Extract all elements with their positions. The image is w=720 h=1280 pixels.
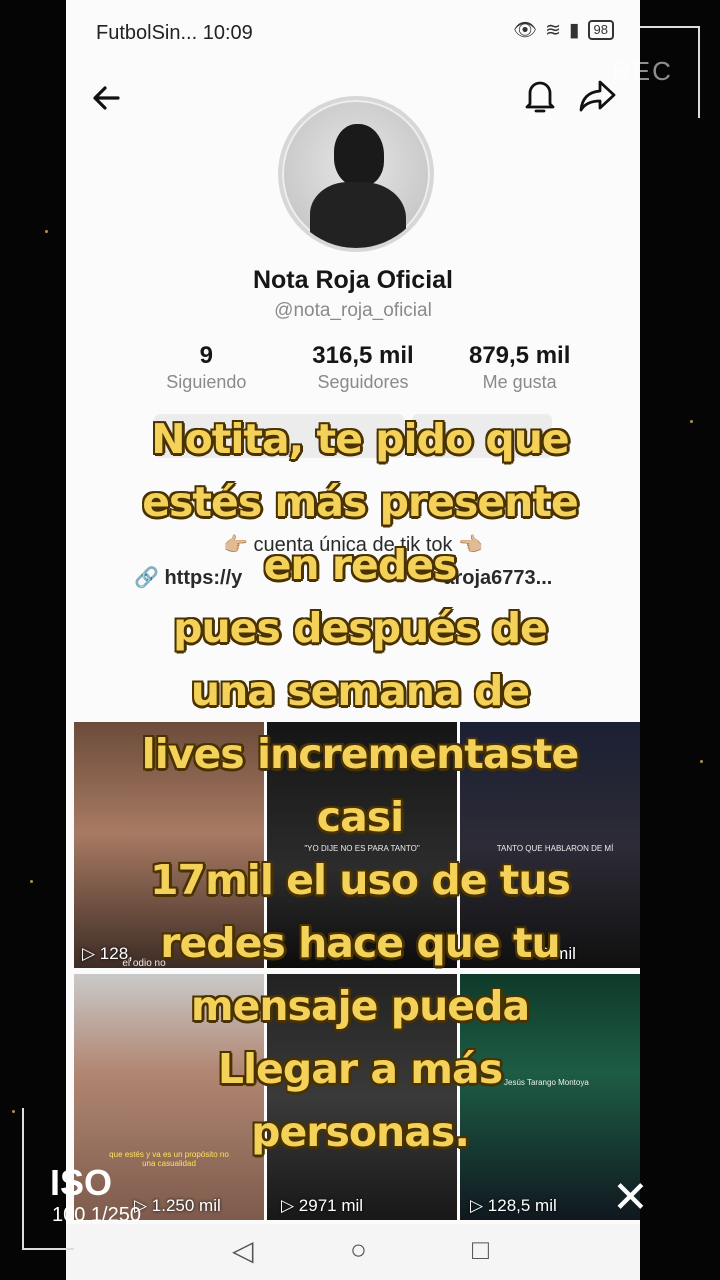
profile-stats: 9 Siguiendo 316,5 mil Seguidores 879,5 m… — [128, 342, 598, 393]
system-nav-bar: ◁ ○ □ — [66, 1224, 640, 1280]
caption-line: Llegar a más — [217, 1045, 503, 1093]
sparkle — [12, 1110, 15, 1113]
iso-value: 100 1/250 — [52, 1204, 141, 1226]
iso-label: ISO — [50, 1162, 113, 1203]
sparkle — [700, 760, 703, 763]
caption-line: en redes — [263, 541, 458, 589]
caption-line: una semana de — [190, 667, 530, 715]
nav-recents-icon[interactable]: □ — [472, 1234, 489, 1266]
stat-value: 316,5 mil — [312, 342, 414, 369]
stat-label: Me gusta — [482, 372, 557, 392]
video-views: ▷ 1.250 mil — [134, 1196, 221, 1215]
caption-line: Notita, te pido que — [151, 415, 569, 463]
stat-following[interactable]: 9 Siguiendo — [128, 342, 285, 393]
caption-line: lives incrementaste — [141, 730, 580, 778]
sparkle — [30, 880, 33, 883]
caption-line: pues después de — [173, 604, 548, 652]
stat-value: 879,5 mil — [468, 342, 571, 369]
caption-line: redes hace que tu — [160, 919, 561, 967]
stat-label: Siguiendo — [166, 372, 247, 392]
stat-followers[interactable]: 316,5 mil Seguidores — [285, 342, 442, 393]
back-arrow-icon[interactable] — [88, 80, 124, 122]
video-views: ▷ 128,5 mil — [470, 1196, 557, 1215]
avatar[interactable] — [278, 96, 434, 252]
profile-name: Nota Roja Oficial — [252, 266, 454, 294]
close-x-icon: ✕ — [612, 1173, 649, 1222]
rec-label: REC — [612, 56, 673, 86]
caption-overlay: Notita, te pido que estés más presente e… — [70, 408, 650, 1164]
caption-line: 17mil el uso de tus — [150, 856, 571, 904]
nav-home-icon[interactable]: ○ — [350, 1234, 367, 1266]
caption-line: personas. — [251, 1108, 470, 1156]
signal-icon: ▮ — [569, 19, 580, 41]
avatar-silhouette-head — [334, 124, 384, 186]
profile-handle: @nota_roja_oficial — [274, 300, 432, 321]
wifi-icon: ≋ — [545, 19, 562, 41]
caption-line: mensaje pueda — [190, 982, 530, 1030]
video-views: ▷ 2971 mil — [281, 1196, 364, 1215]
sparkle — [690, 420, 693, 423]
caption-line: estés más presente — [142, 478, 579, 526]
status-bar: FutbolSin... 10:09 👁 ≋ ▮ 98 — [66, 0, 640, 64]
eye-icon: 👁 — [513, 20, 538, 41]
battery-icon: 98 — [587, 20, 614, 40]
bell-icon[interactable] — [522, 76, 558, 122]
stat-likes[interactable]: 879,5 mil Me gusta — [441, 342, 598, 393]
status-time: FutbolSin... 10:09 — [96, 22, 253, 44]
status-icons: 👁 ≋ ▮ 98 — [513, 18, 614, 42]
avatar-silhouette-body — [310, 182, 406, 248]
sparkle — [45, 230, 48, 233]
caption-line: casi — [316, 793, 404, 841]
nav-back-icon[interactable]: ◁ — [232, 1234, 254, 1267]
stat-value: 9 — [199, 342, 214, 369]
stat-label: Seguidores — [317, 372, 409, 392]
